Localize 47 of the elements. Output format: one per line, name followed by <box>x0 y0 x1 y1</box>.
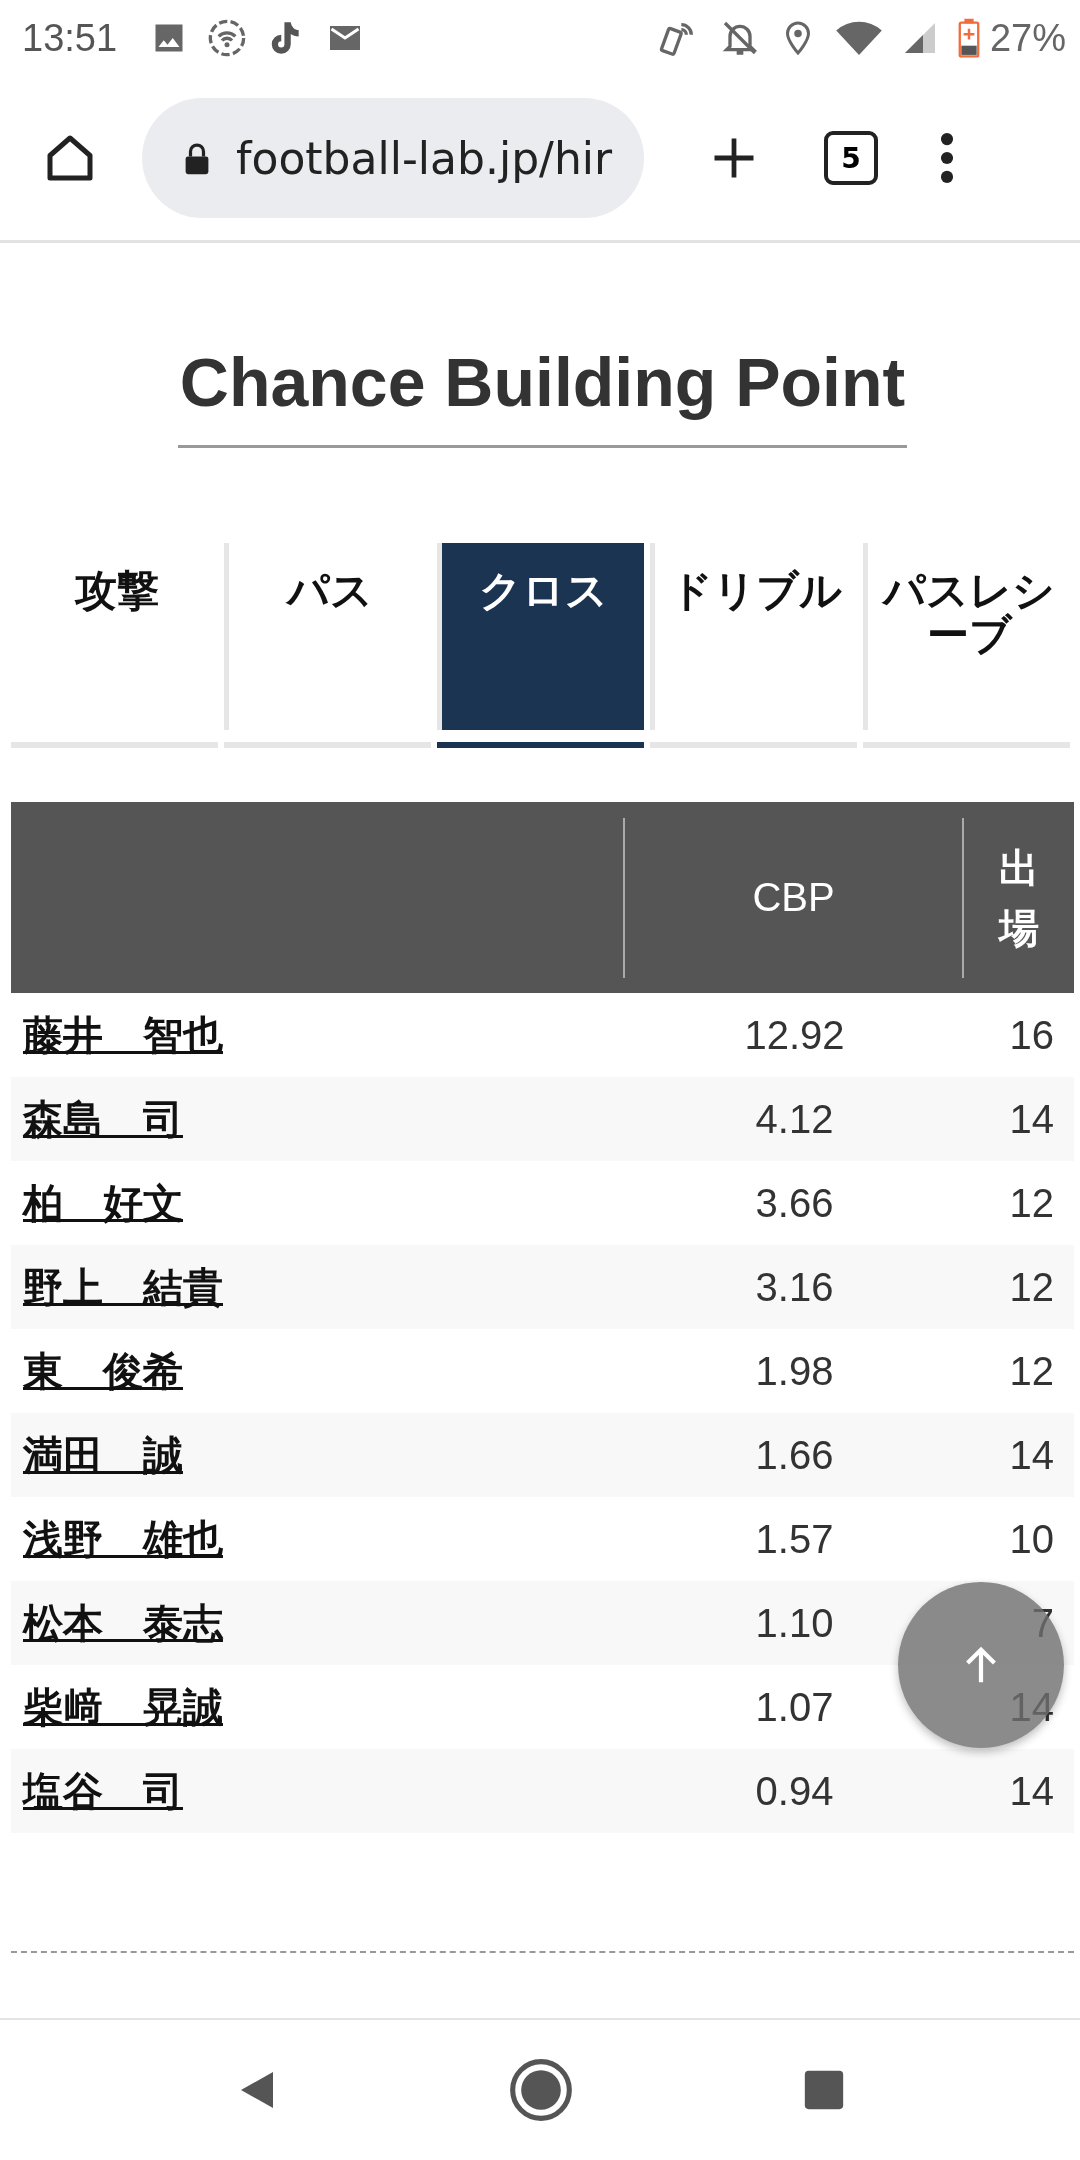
tab-count-button[interactable]: 5 <box>824 131 878 185</box>
column-header: 出場 <box>999 843 1039 953</box>
player-link[interactable]: 東 俊希 <box>23 1347 183 1394</box>
category-tab[interactable]: パスレシーブ <box>863 543 1070 730</box>
table-cell: 14 <box>1009 1096 1054 1141</box>
player-link[interactable]: 浅野 雄也 <box>23 1515 223 1562</box>
table-cell: 12 <box>1009 1264 1054 1309</box>
player-link[interactable]: 柏 好文 <box>23 1179 183 1226</box>
table-cell: 12.92 <box>744 1012 845 1057</box>
table-cell: 1.07 <box>755 1684 834 1729</box>
table-cell: 0.94 <box>755 1768 834 1813</box>
section-title: Chance Building Point <box>177 343 908 448</box>
battery-level: 27% <box>989 16 1066 60</box>
category-tab[interactable]: パス <box>224 543 431 730</box>
lock-icon <box>184 141 210 175</box>
hotspot-icon <box>207 18 248 58</box>
player-link[interactable]: 森島 司 <box>23 1095 183 1142</box>
table-cell: 10 <box>1009 1516 1054 1561</box>
table-cell: 12 <box>1009 1180 1054 1225</box>
table-cell: 16 <box>1009 1012 1054 1057</box>
category-tab[interactable]: クロス <box>437 543 644 730</box>
address-bar[interactable]: football-lab.jp/hir <box>142 98 644 218</box>
wifi-icon <box>835 19 882 57</box>
table-cell: 3.66 <box>755 1180 834 1225</box>
table-cell: 3.16 <box>755 1264 834 1309</box>
column-header: CBP <box>752 875 835 920</box>
table-cell: 4.12 <box>755 1096 834 1141</box>
table-cell: 1.66 <box>755 1432 834 1477</box>
home-button-icon[interactable] <box>507 2056 575 2124</box>
table-cell: 12 <box>1009 1348 1054 1393</box>
player-link[interactable]: 柴﨑 晃誠 <box>23 1683 223 1730</box>
table-cell: 14 <box>1009 1768 1054 1813</box>
player-link[interactable]: 塩谷 司 <box>23 1767 183 1814</box>
player-link[interactable]: 藤井 智也 <box>23 1011 223 1058</box>
more-menu-icon[interactable] <box>940 131 954 185</box>
status-time: 13:51 <box>22 16 118 60</box>
battery-icon <box>957 18 980 58</box>
player-link[interactable]: 野上 結貴 <box>23 1263 223 1310</box>
player-link[interactable]: 松本 泰志 <box>23 1599 223 1646</box>
category-tab[interactable]: 攻撃 <box>11 543 218 730</box>
table-cell: 7 <box>1031 1600 1054 1645</box>
table-cell: 1.98 <box>755 1348 834 1393</box>
player-link[interactable]: 満田 誠 <box>23 1431 183 1478</box>
category-tab[interactable]: ドリブル <box>650 543 857 730</box>
table-cell: 1.10 <box>755 1600 834 1645</box>
table-cell: 14 <box>1009 1432 1054 1477</box>
table-cell: 1.57 <box>755 1516 834 1561</box>
